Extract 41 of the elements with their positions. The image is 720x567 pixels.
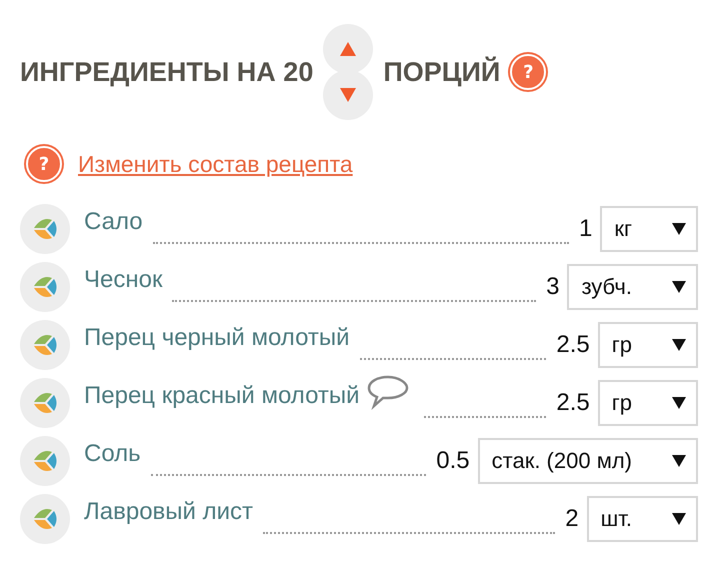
speech-bubble-icon[interactable] — [366, 374, 410, 410]
dropdown-arrow-icon — [672, 281, 686, 293]
ingredient-amount: 3 — [546, 273, 560, 301]
dropdown-arrow-icon — [672, 455, 686, 467]
nutrition-button[interactable] — [20, 378, 70, 428]
ingredient-name: Соль — [84, 440, 141, 468]
ingredient-name: Сало — [84, 208, 143, 236]
nutrition-button[interactable] — [20, 262, 70, 312]
dropdown-arrow-icon — [672, 397, 686, 409]
nutrition-button[interactable] — [20, 436, 70, 486]
dropdown-arrow-icon — [672, 339, 686, 351]
pie-chart-icon — [32, 334, 58, 356]
dropdown-arrow-icon — [672, 513, 686, 525]
nutrition-button[interactable] — [20, 204, 70, 254]
heading-text: ИНГРЕДИЕНТЫ НА 20 — [20, 56, 314, 88]
ingredient-amount: 0.5 — [436, 447, 470, 475]
unit-select[interactable]: гр — [598, 380, 698, 426]
nutrition-button[interactable] — [20, 494, 70, 544]
ingredient-name: Лавровый лист — [84, 498, 254, 526]
unit-select[interactable]: гр — [598, 322, 698, 368]
pie-chart-icon — [32, 450, 58, 472]
pie-chart-icon — [32, 392, 58, 414]
unit-select[interactable]: шт. — [586, 496, 698, 542]
unit-select[interactable]: кг — [600, 206, 698, 252]
up-triangle-icon — [340, 42, 356, 56]
ingredient-amount: 1 — [578, 215, 592, 243]
pie-chart-icon — [32, 218, 58, 240]
ingredient-name: Перец черный молотый — [84, 324, 350, 352]
ingredient-amount: 2.5 — [556, 389, 590, 417]
dropdown-arrow-icon — [672, 223, 686, 235]
ingredient-name: Перец красный молотый — [84, 382, 360, 410]
pie-chart-icon — [32, 508, 58, 530]
ingredient-name: Чеснок — [84, 266, 162, 294]
ingredient-amount: 2.5 — [556, 331, 590, 359]
nutrition-button[interactable] — [20, 320, 70, 370]
heading-text: ПОРЦИЙ — [383, 56, 500, 88]
pie-chart-icon — [32, 276, 58, 298]
unit-select[interactable]: зубч. — [567, 264, 698, 310]
unit-select[interactable]: стак. (200 мл) — [478, 438, 698, 484]
down-triangle-icon — [340, 88, 356, 102]
ingredient-amount: 2 — [565, 505, 579, 533]
